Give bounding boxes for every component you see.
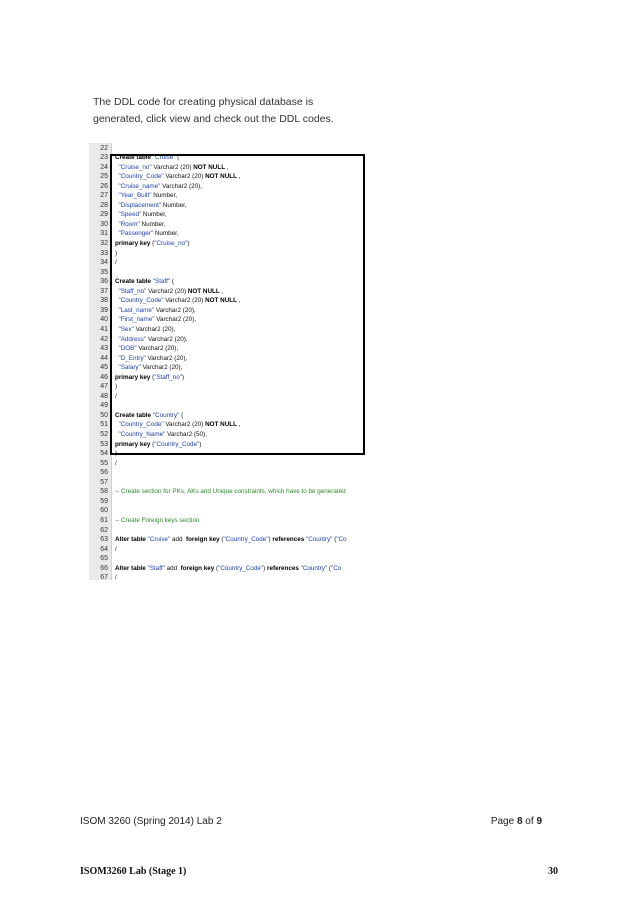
- line-number: 24: [100, 163, 108, 171]
- line-number: 51: [100, 421, 108, 429]
- line-number: 63: [100, 536, 108, 544]
- line-number: 52: [100, 431, 108, 438]
- line-number: 43: [100, 345, 108, 353]
- line-number: 31: [100, 230, 108, 238]
- line-number: 57: [100, 478, 108, 486]
- intro-text: The DDL code for creating physical datab…: [93, 94, 334, 128]
- line-number: 46: [100, 373, 108, 381]
- line-number: 28: [100, 201, 108, 209]
- line-number: 65: [100, 555, 108, 563]
- line-number: 55: [100, 459, 108, 467]
- line-number: 30: [100, 220, 108, 228]
- line-number: 47: [100, 383, 108, 391]
- intro-line-1: The DDL code for creating physical datab…: [93, 96, 314, 108]
- code-line: /: [115, 459, 117, 467]
- slide-footer-title: ISOM3260 Lab (Stage 1): [80, 866, 187, 877]
- line-number: 67: [100, 574, 108, 580]
- line-number: 42: [100, 335, 108, 343]
- code-line: -- Create section for PKs, AKs and Uniqu…: [115, 488, 346, 496]
- line-number: 62: [100, 526, 108, 534]
- line-number: 40: [100, 316, 108, 324]
- line-number: 36: [100, 278, 108, 286]
- line-number: 25: [100, 173, 108, 181]
- line-number: 32: [100, 240, 108, 247]
- line-number: 38: [100, 297, 108, 305]
- code-line: Alter table "Cruise" add foreign key ("C…: [115, 536, 347, 544]
- code-line: /: [115, 545, 117, 553]
- line-number: 48: [100, 392, 108, 400]
- line-number: 34: [100, 259, 108, 267]
- ddl-code-screenshot: 22 23 Create table "Cruise" (24 "Cruise_no…: [89, 143, 370, 580]
- line-number: 33: [100, 249, 108, 257]
- line-number: 37: [100, 287, 108, 295]
- line-number: 54: [100, 450, 108, 458]
- line-number: 60: [100, 507, 108, 515]
- line-number: 49: [100, 402, 108, 410]
- line-number: 45: [100, 364, 108, 372]
- footer-page-number: Page 8 of 9: [490, 816, 542, 827]
- intro-line-2: generated, click view and check out the …: [93, 113, 334, 125]
- line-number: 39: [100, 306, 108, 314]
- code-line: -- Create Foreign keys section: [115, 516, 200, 524]
- line-number: 35: [100, 268, 108, 276]
- line-number: 29: [100, 211, 108, 219]
- line-number: 66: [100, 564, 108, 572]
- line-number: 26: [100, 182, 108, 190]
- line-number: 59: [100, 497, 108, 505]
- footer-course-label: ISOM 3260 (Spring 2014) Lab 2: [80, 816, 222, 827]
- line-number: 56: [100, 469, 108, 477]
- line-number: 44: [100, 354, 108, 362]
- line-number: 50: [100, 411, 108, 419]
- code-line: /: [115, 574, 117, 580]
- line-number: 27: [100, 192, 108, 200]
- line-number: 23: [100, 154, 108, 162]
- highlight-frame: [110, 154, 365, 455]
- line-number: 64: [100, 545, 108, 553]
- line-number: 61: [100, 516, 108, 524]
- line-number: 53: [100, 440, 108, 448]
- code-line: Alter table "Staff" add foreign key ("Co…: [115, 564, 342, 572]
- line-number: 41: [100, 325, 108, 333]
- line-number: 58: [100, 488, 108, 496]
- slide-number: 30: [548, 866, 558, 877]
- line-number: 22: [100, 144, 108, 152]
